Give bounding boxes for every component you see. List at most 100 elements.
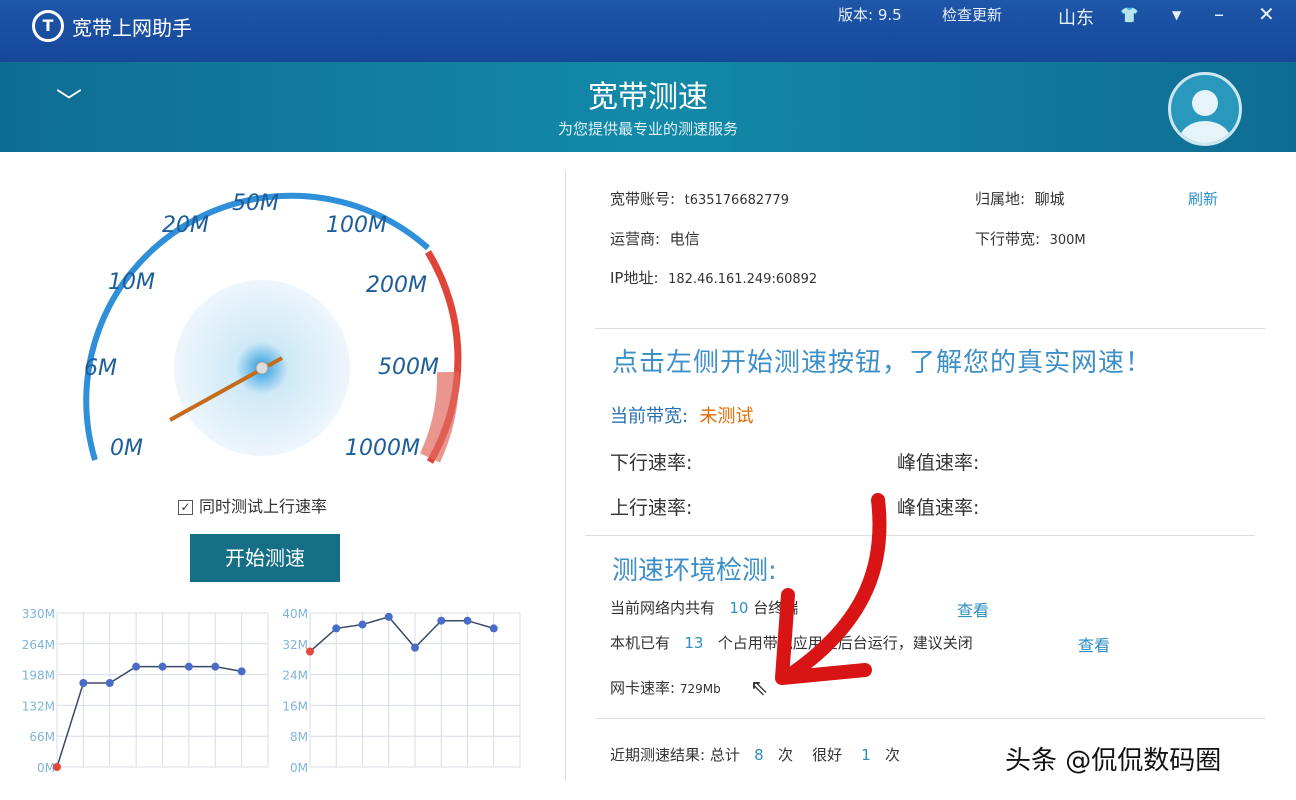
- minimize-icon[interactable]: –: [1214, 2, 1224, 26]
- vertical-divider: [565, 170, 566, 780]
- app-logo-icon: T: [32, 10, 64, 42]
- y-tick-label: 16M: [282, 699, 308, 713]
- data-point: [306, 648, 314, 656]
- download-peak-label: 峰值速率:: [897, 448, 979, 475]
- gauge-label: 500M: [378, 355, 439, 380]
- history-row: 近期测速结果: 总计 8 次 很好 1 次: [610, 744, 900, 765]
- data-point: [464, 617, 472, 625]
- y-tick-label: 32M: [282, 638, 308, 652]
- y-tick-label: 264M: [22, 638, 55, 652]
- history-label: 近期测速结果: 总计: [610, 746, 740, 764]
- downlink-label: 下行带宽:: [975, 230, 1040, 248]
- y-tick-label: 132M: [22, 699, 55, 713]
- account-value: t635176682779: [685, 193, 789, 208]
- gauge-label: 200M: [366, 273, 427, 298]
- account-row: 宽带账号: t635176682779: [610, 188, 789, 209]
- history-total: 8: [754, 746, 764, 764]
- y-tick-label: 330M: [22, 607, 55, 621]
- close-icon[interactable]: ✕: [1258, 2, 1275, 26]
- ip-row: IP地址: 182.46.161.249:60892: [610, 267, 817, 288]
- divider: [595, 718, 1265, 719]
- data-point: [332, 624, 340, 632]
- data-point: [211, 663, 219, 671]
- y-tick-label: 40M: [282, 607, 308, 621]
- y-tick-label: 66M: [29, 730, 55, 744]
- avatar[interactable]: [1168, 72, 1242, 146]
- data-point: [79, 679, 87, 687]
- start-test-button[interactable]: 开始测速: [190, 534, 340, 582]
- current-bandwidth-label: 当前带宽:: [610, 406, 688, 427]
- banner-subtitle: 为您提供最专业的测速服务: [0, 118, 1296, 139]
- current-bandwidth-row: 当前带宽: 未测试: [610, 402, 754, 428]
- banner-title: 宽带测速: [0, 72, 1296, 116]
- nic-label: 网卡速率:: [610, 679, 675, 697]
- download-rate-label: 下行速率:: [610, 448, 692, 475]
- data-point: [490, 624, 498, 632]
- data-point: [411, 644, 419, 652]
- downlink-row: 下行带宽: 300M: [975, 228, 1086, 249]
- region-label[interactable]: 山东: [1058, 4, 1094, 30]
- nic-value: 729Mb: [680, 682, 721, 696]
- current-bandwidth-value: 未测试: [700, 406, 754, 427]
- ip-value: 182.46.161.249:60892: [668, 272, 817, 287]
- ip-label: IP地址:: [610, 269, 659, 287]
- account-label: 宽带账号:: [610, 190, 675, 208]
- checkbox-check-icon[interactable]: ✓: [178, 500, 193, 515]
- y-tick-label: 198M: [22, 669, 55, 683]
- gauge-label: 10M: [108, 270, 155, 295]
- gauge-label: 100M: [326, 213, 387, 238]
- device-count: 10: [729, 599, 748, 617]
- prompt-text: 点击左侧开始测速按钮，了解您的真实网速！: [612, 342, 1152, 379]
- data-point: [132, 663, 140, 671]
- home-label: 归属地:: [975, 190, 1025, 208]
- gauge-label: 0M: [110, 436, 143, 461]
- data-point: [437, 617, 445, 625]
- env-text: 本机已有: [610, 634, 670, 652]
- version-label: 版本: 9.5: [838, 4, 902, 25]
- gauge-label: 1000M: [345, 436, 420, 461]
- gauge-arc-red-fill: [430, 372, 448, 458]
- title-bar: T 宽带上网助手 版本: 9.5 检查更新 山东 👕 ▼ – ✕: [0, 0, 1296, 62]
- data-point: [159, 663, 167, 671]
- menu-icon[interactable]: ▼: [1172, 8, 1181, 22]
- history-text: 次: [885, 746, 900, 764]
- y-tick-label: 0M: [290, 761, 308, 775]
- view-devices-link[interactable]: 查看: [957, 597, 989, 621]
- data-point: [238, 667, 246, 675]
- view-apps-link[interactable]: 查看: [1078, 632, 1110, 656]
- skin-icon[interactable]: 👕: [1120, 6, 1139, 24]
- y-tick-label: 8M: [290, 730, 308, 744]
- check-update-link[interactable]: 检查更新: [942, 4, 1002, 25]
- history-text: 次: [778, 746, 793, 764]
- upload-peak-label: 峰值速率:: [897, 493, 979, 520]
- data-point: [53, 763, 61, 771]
- mouse-cursor-icon: ⇖: [750, 676, 768, 701]
- isp-value: 电信: [670, 230, 700, 248]
- upload-test-checkbox[interactable]: ✓同时测试上行速率: [178, 493, 327, 517]
- gauge-label: 6M: [84, 356, 117, 381]
- isp-label: 运营商:: [610, 230, 660, 248]
- divider: [585, 535, 1255, 536]
- nic-row: 网卡速率: 729Mb: [610, 677, 721, 698]
- isp-row: 运营商: 电信: [610, 228, 700, 249]
- history-good-count: 1: [861, 746, 871, 764]
- y-tick-label: 0M: [37, 761, 55, 775]
- upload-rate-label: 上行速率:: [610, 493, 692, 520]
- app-title: 宽带上网助手: [72, 12, 192, 41]
- data-point: [185, 663, 193, 671]
- gauge-label: 50M: [232, 191, 279, 216]
- gauge-label: 20M: [162, 213, 209, 238]
- refresh-link[interactable]: 刷新: [1188, 188, 1218, 209]
- red-arrow-annotation: [760, 490, 900, 690]
- app-count: 13: [684, 634, 703, 652]
- data-point: [106, 679, 114, 687]
- history-text: 很好: [812, 746, 842, 764]
- env-text: 当前网络内共有: [610, 599, 715, 617]
- home-value: 聊城: [1035, 190, 1065, 208]
- home-row: 归属地: 聊城: [975, 188, 1065, 209]
- downlink-value: 300M: [1050, 233, 1086, 248]
- data-point: [359, 621, 367, 629]
- speed-gauge: [0, 152, 560, 492]
- env-title: 测速环境检测:: [612, 550, 777, 587]
- divider: [595, 328, 1265, 329]
